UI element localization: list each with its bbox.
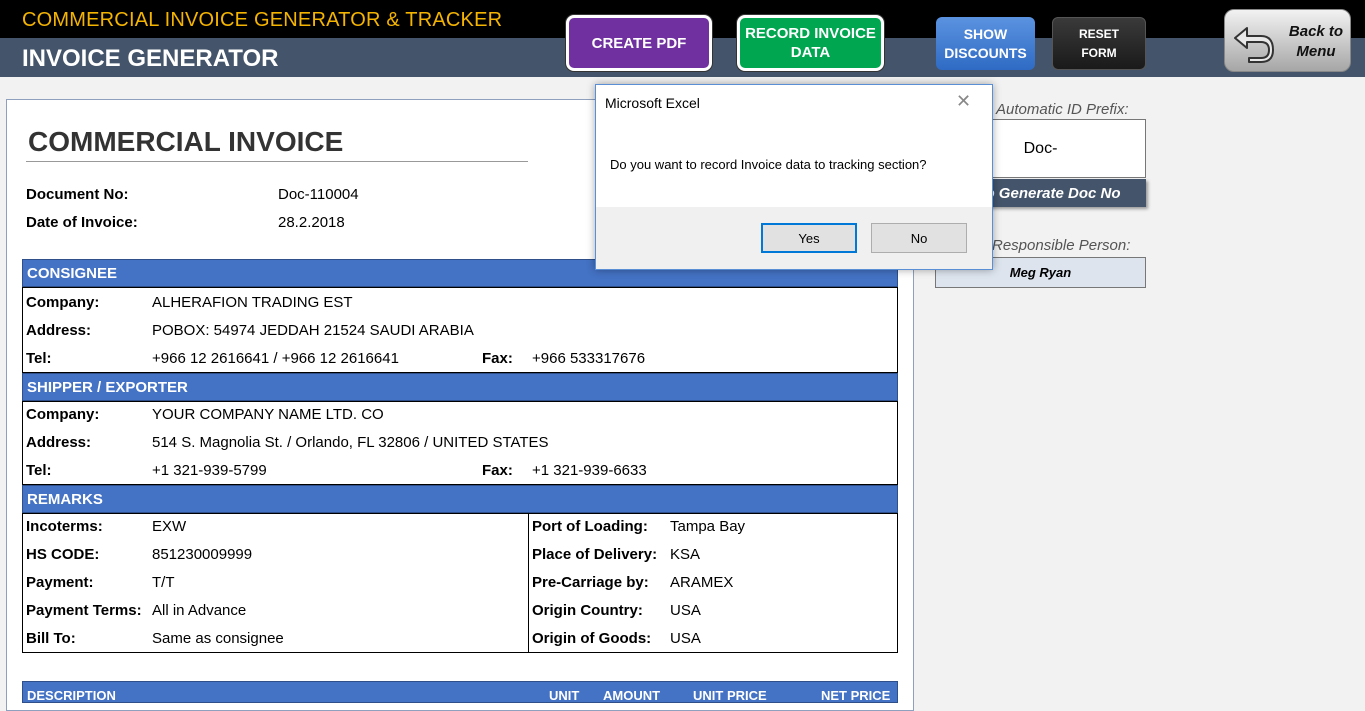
shipper-heading: SHIPPER / EXPORTER: [22, 373, 898, 401]
create-pdf-label: CREATE PDF: [591, 34, 687, 52]
confirm-dialog: Microsoft Excel ✕ Do you want to record …: [595, 84, 993, 270]
shipper-address-label: Address:: [26, 434, 92, 451]
shipper-tel-label: Tel:: [26, 462, 52, 479]
remarks-right-label: Origin of Goods:: [532, 630, 652, 647]
shipper-company-label: Company:: [26, 406, 100, 423]
document-no-value[interactable]: Doc-110004: [278, 186, 359, 203]
no-label: No: [910, 230, 928, 246]
record-label-line2: DATA: [790, 44, 831, 61]
reset-label-line1: RESET: [1078, 26, 1119, 41]
remarks-right-label: Port of Loading:: [532, 518, 648, 535]
remarks-right-label: Pre-Carriage by:: [532, 574, 649, 591]
remarks-heading: REMARKS: [22, 485, 898, 513]
remarks-right-value[interactable]: ARAMEX: [670, 574, 733, 591]
record-invoice-data-button[interactable]: RECORD INVOICE DATA: [737, 15, 884, 71]
consignee-address-label: Address:: [26, 322, 92, 339]
date-label: Date of Invoice:: [26, 214, 138, 231]
discounts-label-line2: DISCOUNTS: [944, 44, 1027, 61]
remarks-right-label: Place of Delivery:: [532, 546, 658, 563]
record-label-line1: RECORD INVOICE: [745, 25, 876, 42]
responsible-person-value: Meg Ryan: [1009, 265, 1072, 280]
unit-column-header: UNIT: [549, 688, 580, 703]
invoice-title: COMMERCIAL INVOICE: [28, 126, 344, 157]
back-to-menu-button[interactable]: Back to Menu: [1224, 9, 1351, 72]
back-arrow-icon: [1234, 27, 1274, 63]
unit-price-column-header: UNIT PRICE: [693, 688, 767, 703]
remarks-left-value[interactable]: Same as consignee: [152, 630, 284, 647]
shipper-fax-label: Fax:: [482, 462, 513, 479]
remarks-left-value[interactable]: 851230009999: [152, 546, 252, 563]
consignee-tel[interactable]: +966 12 2616641 / +966 12 2616641: [152, 350, 402, 367]
remarks-left-value[interactable]: All in Advance: [152, 602, 246, 619]
remarks-right-value[interactable]: USA: [670, 630, 701, 647]
amount-column-header: AMOUNT: [603, 688, 661, 703]
close-icon[interactable]: ✕: [956, 91, 971, 112]
shipper-company[interactable]: YOUR COMPANY NAME LTD. CO: [152, 406, 384, 423]
consignee-company-label: Company:: [26, 294, 100, 311]
remarks-left-label: Payment Terms:: [26, 602, 142, 619]
consignee-company[interactable]: ALHERAFION TRADING EST: [152, 294, 353, 311]
consignee-fax-label: Fax:: [482, 350, 513, 367]
description-column-header: DESCRIPTION: [27, 688, 116, 703]
dialog-message: Do you want to record Invoice data to tr…: [610, 157, 927, 172]
consignee-fax[interactable]: +966 533317676: [532, 350, 645, 367]
remarks-right-label: Origin Country:: [532, 602, 643, 619]
page-subtitle: INVOICE GENERATOR: [22, 45, 279, 72]
app-title: COMMERCIAL INVOICE GENERATOR & TRACKER: [22, 9, 503, 31]
remarks-right-value[interactable]: KSA: [670, 546, 700, 563]
responsible-person-label: Responsible Person:: [992, 237, 1131, 254]
date-value[interactable]: 28.2.2018: [278, 214, 345, 231]
net-price-column-header: NET PRICE: [821, 688, 891, 703]
discounts-label-line1: SHOW: [963, 25, 1008, 42]
document-no-label: Document No:: [26, 186, 129, 203]
remarks-right-value[interactable]: Tampa Bay: [670, 518, 745, 535]
reset-label-line2: FORM: [1081, 45, 1117, 60]
remarks-left-label: Bill To:: [26, 630, 76, 647]
remarks-left-value[interactable]: T/T: [152, 574, 175, 591]
remarks-left-label: Incoterms:: [26, 518, 103, 535]
remarks-right-value[interactable]: USA: [670, 602, 701, 619]
shipper-address[interactable]: 514 S. Magnolia St. / Orlando, FL 32806 …: [152, 434, 549, 451]
back-label-line2: Menu: [1296, 43, 1336, 60]
remarks-divider: [528, 513, 529, 653]
reset-form-button[interactable]: RESET FORM: [1052, 17, 1146, 70]
consignee-address[interactable]: POBOX: 54974 JEDDAH 21524 SAUDI ARABIA: [152, 322, 474, 339]
show-discounts-button[interactable]: SHOW DISCOUNTS: [936, 17, 1035, 70]
dialog-title: Microsoft Excel: [605, 95, 700, 111]
title-underline: [26, 161, 528, 162]
no-button[interactable]: No: [871, 223, 967, 253]
consignee-tel-label: Tel:: [26, 350, 52, 367]
shipper-tel[interactable]: +1 321-939-5799: [152, 462, 267, 479]
remarks-left-label: Payment:: [26, 574, 94, 591]
yes-label: Yes: [798, 230, 820, 246]
back-label-line1: Back to: [1288, 23, 1344, 40]
shipper-fax[interactable]: +1 321-939-6633: [532, 462, 647, 479]
prefix-value: Doc-: [1023, 139, 1058, 157]
create-pdf-button[interactable]: CREATE PDF: [566, 15, 712, 71]
yes-button[interactable]: Yes: [761, 223, 857, 253]
remarks-left-label: HS CODE:: [26, 546, 100, 563]
prefix-label: Automatic ID Prefix:: [996, 101, 1129, 118]
remarks-left-value[interactable]: EXW: [152, 518, 186, 535]
